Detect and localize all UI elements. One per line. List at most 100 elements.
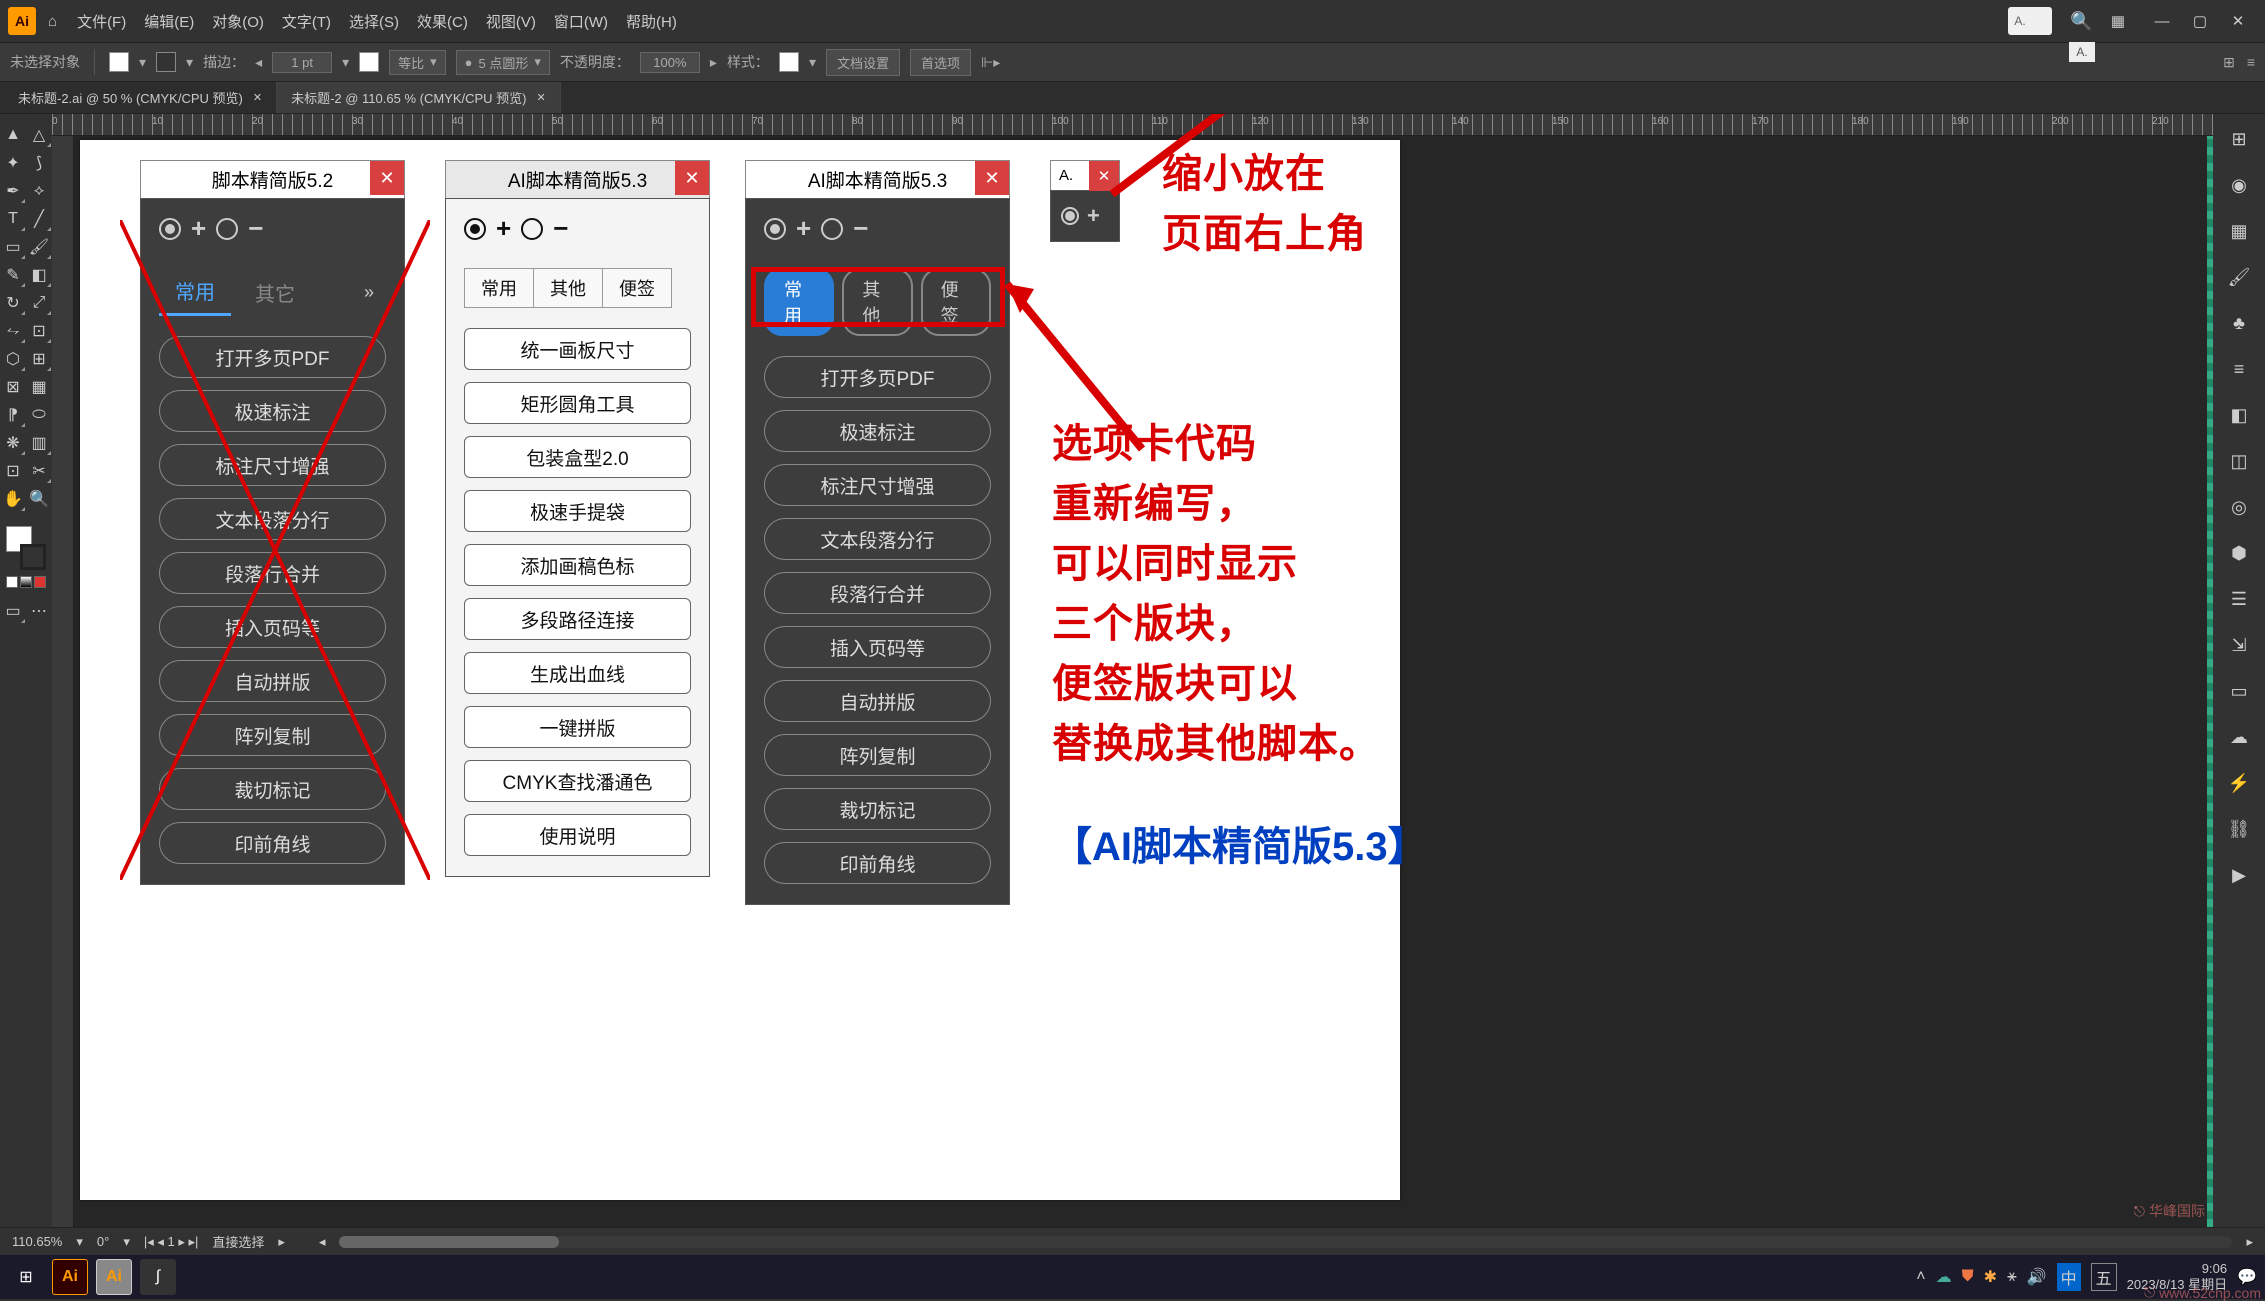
minimize-button[interactable]: — (2143, 5, 2181, 37)
script-button[interactable]: 插入页码等 (764, 626, 991, 668)
perspective-tool[interactable]: ⊞ (26, 346, 52, 372)
document-tab-1[interactable]: 未标题-2.ai @ 50 % (CMYK/CPU 预览)✕ (4, 82, 277, 113)
stroke-swatch[interactable] (156, 52, 176, 72)
gradient-tool[interactable]: ▦ (26, 374, 52, 400)
swatches-panel-icon[interactable]: ▦ (2222, 214, 2256, 248)
script-button[interactable]: 文本段落分行 (159, 498, 386, 540)
illustrator-task-icon[interactable]: Ai (96, 1259, 132, 1295)
rotate-tool[interactable]: ↻ (0, 290, 26, 316)
tray-volume-icon[interactable]: 🔊 (2027, 1267, 2047, 1287)
radio-icon[interactable] (1061, 207, 1079, 225)
shape-builder-tool[interactable]: ⬡ (0, 346, 26, 372)
maximize-button[interactable]: ▢ (2181, 5, 2219, 37)
script-button[interactable]: 生成出血线 (464, 652, 691, 694)
script-button[interactable]: 段落行合并 (764, 572, 991, 614)
graphic-styles-panel-icon[interactable]: ⬢ (2222, 536, 2256, 570)
script-button[interactable]: 使用说明 (464, 814, 691, 856)
radio-icon[interactable] (821, 218, 843, 240)
appearance-panel-icon[interactable]: ◎ (2222, 490, 2256, 524)
menu-view[interactable]: 视图(V) (486, 11, 536, 32)
zoom-tool[interactable]: 🔍 (26, 486, 52, 512)
script-button[interactable]: 一键拼版 (464, 706, 691, 748)
eyedropper-tool[interactable]: ⁋ (0, 402, 26, 428)
tray-ime2-icon[interactable]: 五 (2091, 1263, 2117, 1291)
paintbrush-tool[interactable]: 🖌 (26, 234, 52, 260)
asset-export-panel-icon[interactable]: ⇲ (2222, 628, 2256, 662)
scrollbar-horizontal[interactable] (339, 1236, 2232, 1248)
fill-stroke-swatches[interactable] (4, 526, 48, 588)
properties-panel-icon[interactable]: ⊞ (2222, 122, 2256, 156)
blend-tool[interactable]: ⬭ (26, 402, 52, 428)
gradient-panel-icon[interactable]: ◧ (2222, 398, 2256, 432)
magic-wand-tool[interactable]: ✦ (0, 150, 26, 176)
tray-up-icon[interactable]: ˄ (1916, 1268, 1925, 1286)
type-tool[interactable]: T (0, 206, 26, 232)
preferences-button[interactable]: 首选项 (910, 49, 971, 76)
mesh-tool[interactable]: ⊠ (0, 374, 26, 400)
close-tab-icon[interactable]: ✕ (537, 91, 546, 104)
panel-dock-icon[interactable]: ⊞ (2223, 54, 2235, 71)
transparency-panel-icon[interactable]: ◫ (2222, 444, 2256, 478)
lasso-tool[interactable]: ⟆ (26, 150, 52, 176)
tray-shield-icon[interactable]: ⛊ (1962, 1268, 1974, 1286)
uniform-dropdown[interactable]: 等比 ▾ (389, 50, 446, 75)
radio-icon[interactable] (216, 218, 238, 240)
pen-tool[interactable]: ✒ (0, 178, 26, 204)
radio-icon[interactable] (521, 218, 543, 240)
artboard-nav[interactable]: |◂ ◂ 1 ▸ ▸| (144, 1234, 199, 1250)
script-button[interactable]: 印前角线 (764, 842, 991, 884)
tab-other[interactable]: 其他 (533, 268, 602, 308)
script-button[interactable]: 标注尺寸增强 (159, 444, 386, 486)
illustrator-task-icon[interactable]: Ai (52, 1259, 88, 1295)
layers-panel-icon[interactable]: ☰ (2222, 582, 2256, 616)
document-setup-button[interactable]: 文档设置 (826, 49, 900, 76)
tray-ime-icon[interactable]: 中 (2057, 1263, 2081, 1291)
hand-tool[interactable]: ✋ (0, 486, 26, 512)
tab-common[interactable]: 常用 (159, 268, 231, 316)
tray-wifi-icon[interactable]: ✱ (1984, 1267, 1997, 1287)
links-panel-icon[interactable]: ⛓ (2222, 812, 2256, 846)
align-icon[interactable]: ⊩▸ (981, 54, 1000, 71)
script-button[interactable]: 极速标注 (159, 390, 386, 432)
curvature-tool[interactable]: ⟡ (26, 178, 52, 204)
tab-notes[interactable]: 便签 (602, 268, 672, 308)
menu-select[interactable]: 选择(S) (349, 11, 399, 32)
document-tab-2[interactable]: 未标题-2 @ 110.65 % (CMYK/CPU 预览)✕ (277, 82, 561, 113)
script-button[interactable]: 极速手提袋 (464, 490, 691, 532)
radio-icon[interactable] (764, 218, 786, 240)
radio-icon[interactable] (159, 218, 181, 240)
artboards-panel-icon[interactable]: ▭ (2222, 674, 2256, 708)
artboard-tool[interactable]: ⊡ (0, 458, 26, 484)
brush-dropdown[interactable]: ● 5 点圆形 ▾ (456, 50, 550, 75)
script-button[interactable]: 统一画板尺寸 (464, 328, 691, 370)
edit-toolbar-icon[interactable]: ⋯ (26, 598, 52, 624)
panel-menu-icon[interactable]: ≡ (2247, 54, 2255, 71)
direct-selection-tool[interactable]: △ (26, 122, 52, 148)
search-icon[interactable]: 🔍 (2070, 11, 2092, 32)
script-button[interactable]: 插入页码等 (159, 606, 386, 648)
fill-swatch[interactable] (109, 52, 129, 72)
script-button[interactable]: 段落行合并 (159, 552, 386, 594)
home-icon[interactable]: ⌂ (48, 13, 57, 30)
color-panel-icon[interactable]: ◉ (2222, 168, 2256, 202)
menu-file[interactable]: 文件(F) (77, 11, 126, 32)
menu-edit[interactable]: 编辑(E) (144, 11, 194, 32)
rectangle-tool[interactable]: ▭ (0, 234, 26, 260)
menu-window[interactable]: 窗口(W) (554, 11, 608, 32)
rotation-value[interactable]: 0° (97, 1234, 109, 1249)
script-button[interactable]: 矩形圆角工具 (464, 382, 691, 424)
eraser-tool[interactable]: ◧ (26, 262, 52, 288)
script-button[interactable]: 包装盒型2.0 (464, 436, 691, 478)
script-button[interactable]: 文本段落分行 (764, 518, 991, 560)
libraries-panel-icon[interactable]: ☁ (2222, 720, 2256, 754)
slice-tool[interactable]: ✂ (26, 458, 52, 484)
chevron-right-icon[interactable]: » (352, 274, 386, 311)
line-tool[interactable]: ╱ (26, 206, 52, 232)
close-button[interactable]: ✕ (2219, 5, 2257, 37)
menu-object[interactable]: 对象(O) (212, 11, 264, 32)
script-button[interactable]: 极速标注 (764, 410, 991, 452)
script-button[interactable]: 打开多页PDF (159, 336, 386, 378)
script-button[interactable]: 打开多页PDF (764, 356, 991, 398)
free-transform-tool[interactable]: ⊡ (26, 318, 52, 344)
script-button[interactable]: 裁切标记 (159, 768, 386, 810)
